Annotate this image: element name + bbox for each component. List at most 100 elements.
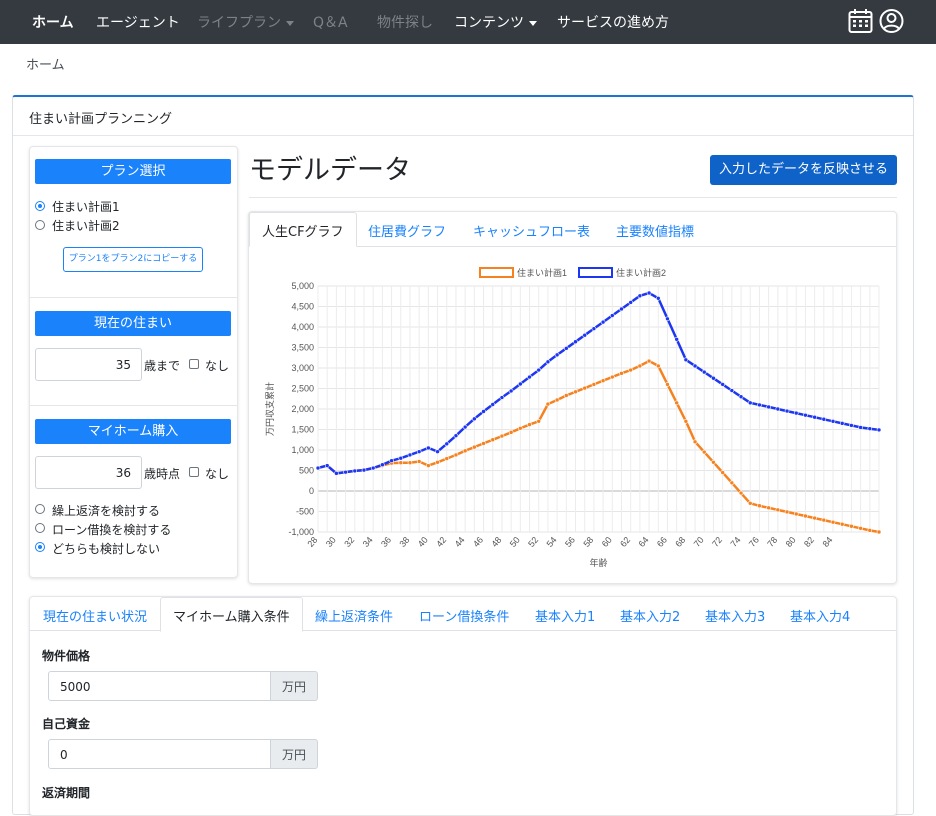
tab-basic-input-4[interactable]: 基本入力4	[790, 606, 850, 625]
purchase-none-label: なし	[205, 467, 230, 481]
data-point	[352, 468, 358, 474]
data-point	[545, 359, 551, 365]
data-point	[711, 375, 716, 381]
current-home-suffix: 歳まで	[144, 359, 181, 373]
purchase-age-input[interactable]: 36	[35, 456, 142, 489]
purchase-none-checkbox[interactable]	[189, 467, 199, 477]
user-account-icon[interactable]	[879, 8, 904, 38]
data-point	[324, 463, 330, 468]
tab-housing-cost-graph[interactable]: 住居費グラフ	[368, 221, 446, 240]
data-point	[839, 421, 845, 426]
card-title: 住まい計画プランニング	[29, 112, 173, 127]
tab-life-cf-graph[interactable]: 人生CFグラフ	[249, 212, 357, 247]
x-tick-label: 42	[434, 535, 448, 549]
data-point	[683, 357, 689, 363]
x-tick-label: 34	[361, 535, 375, 549]
condition-tabbar: 現在の住まい状況 マイホーム購入条件 繰上返済条件 ローン借換条件 基本入力1 …	[30, 597, 896, 632]
data-point	[564, 346, 569, 351]
reflect-data-button[interactable]: 入力したデータを反映させる	[710, 155, 897, 185]
data-point	[637, 293, 643, 299]
down-payment-input[interactable]: 0	[48, 739, 271, 769]
nav-agent[interactable]: エージェント	[96, 12, 180, 32]
tab-basic-input-2[interactable]: 基本入力2	[620, 606, 680, 625]
data-point	[793, 511, 799, 517]
nav-qa[interactable]: Q＆A	[313, 12, 348, 32]
data-point	[646, 358, 652, 364]
data-point	[564, 393, 569, 398]
x-axis-title: 年齢	[589, 557, 607, 568]
tab-current-home-status[interactable]: 現在の住まい状況	[43, 606, 147, 625]
divider	[30, 297, 237, 298]
data-point	[747, 501, 753, 506]
nav-contents[interactable]: コンテンツ	[454, 12, 537, 32]
plan-settings-panel: プラン選択 住まい計画1 住まい計画2 プラン1をプラン2にコピーする 現在の住…	[29, 146, 238, 578]
plan-select-header: プラン選択	[35, 159, 231, 184]
property-price-input[interactable]: 5000	[48, 671, 271, 701]
data-point	[416, 459, 422, 464]
tab-basic-input-1[interactable]: 基本入力1	[535, 606, 595, 625]
data-point	[554, 352, 560, 358]
data-point	[628, 367, 633, 373]
data-point	[435, 460, 440, 465]
calendar-icon[interactable]	[848, 8, 873, 38]
refinance-radio[interactable]	[35, 523, 45, 533]
x-tick-label: 40	[416, 535, 430, 549]
data-point	[683, 419, 689, 424]
data-point	[665, 382, 670, 387]
breadcrumb[interactable]: ホーム	[26, 54, 65, 73]
data-point	[499, 433, 505, 439]
tab-basic-input-3[interactable]: 基本入力3	[705, 606, 765, 625]
data-point	[646, 290, 652, 296]
data-point	[665, 316, 670, 322]
data-point	[674, 400, 679, 406]
data-point	[508, 388, 514, 394]
series-line	[317, 359, 880, 534]
prepayment-radio[interactable]	[35, 504, 45, 514]
data-point	[784, 408, 790, 414]
data-point	[398, 455, 404, 461]
nav-lifeplan[interactable]: ライフプラン	[197, 12, 294, 32]
x-tick-label: 36	[379, 535, 393, 549]
nav-home[interactable]: ホーム	[32, 12, 74, 32]
purchase-age-suffix: 歳時点	[144, 467, 181, 481]
data-point	[343, 469, 348, 475]
data-point	[361, 467, 367, 473]
tab-refinance-conditions[interactable]: ローン借換条件	[419, 606, 509, 625]
y-tick-label: 1,500	[291, 425, 314, 435]
tab-cashflow-table[interactable]: キャッシュフロー表	[473, 221, 590, 240]
data-point	[858, 425, 863, 430]
current-home-age-input[interactable]: 35	[35, 348, 142, 381]
data-point	[407, 452, 413, 458]
x-tick-label: 60	[600, 535, 614, 549]
tab-home-purchase-conditions[interactable]: マイホーム購入条件	[160, 597, 303, 632]
data-point	[720, 470, 725, 475]
data-point	[619, 371, 624, 376]
data-point	[444, 441, 450, 447]
neither-label: どちらも検討しない	[52, 542, 161, 556]
y-tick-label: 3,500	[291, 343, 314, 353]
data-point	[729, 480, 735, 486]
nav-service-flow[interactable]: サービスの進め方	[557, 12, 669, 32]
y-tick-label: 4,500	[291, 302, 314, 312]
nav-property-search[interactable]: 物件探し	[377, 12, 433, 32]
data-point	[426, 445, 431, 451]
plan2-radio[interactable]	[35, 220, 45, 230]
down-payment-unit: 万円	[270, 739, 318, 769]
data-point	[334, 471, 339, 476]
divider	[249, 197, 897, 198]
data-point	[711, 460, 716, 465]
current-home-none-checkbox[interactable]	[189, 359, 199, 369]
plan1-label: 住まい計画1	[52, 200, 120, 214]
nav-lifeplan-label: ライフプラン	[197, 15, 281, 31]
data-point	[315, 465, 321, 471]
data-point	[490, 402, 496, 407]
copy-plan-button[interactable]: プラン1をプラン2にコピーする	[63, 247, 203, 272]
neither-radio[interactable]	[35, 542, 45, 552]
data-point	[637, 363, 643, 369]
x-tick-label: 78	[765, 535, 779, 549]
data-point	[490, 437, 496, 443]
chart-card: 人生CFグラフ 住居費グラフ キャッシュフロー表 主要数値指標 -1,000 -5…	[248, 211, 897, 584]
plan1-radio[interactable]	[35, 201, 45, 211]
tab-key-metrics[interactable]: 主要数値指標	[616, 221, 694, 240]
tab-prepayment-conditions[interactable]: 繰上返済条件	[315, 606, 393, 625]
